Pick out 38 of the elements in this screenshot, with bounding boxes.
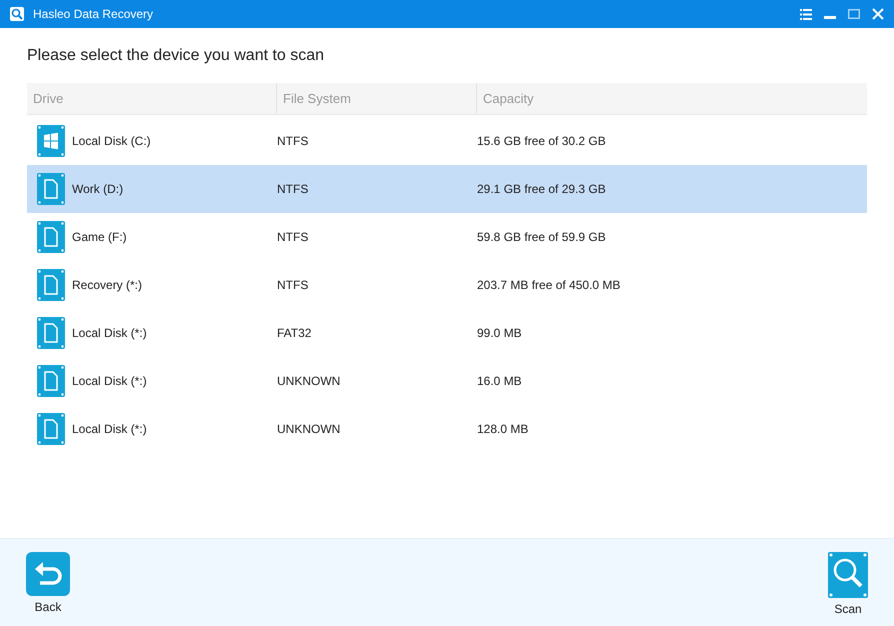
document-drive-icon [37, 173, 65, 205]
heading: Please select the device you want to scan [27, 46, 324, 66]
close-icon[interactable] [872, 8, 884, 20]
app-search-icon [10, 7, 24, 21]
drive-name: Local Disk (*:) [72, 325, 147, 342]
capacity-cell: 203.7 MB free of 450.0 MB [477, 278, 620, 292]
capacity-cell: 16.0 MB [477, 374, 522, 388]
document-drive-icon [37, 413, 65, 445]
file-system-cell: NTFS [277, 182, 308, 196]
document-drive-icon [37, 365, 65, 397]
scan-button[interactable]: Scan [828, 552, 868, 618]
document-drive-icon [37, 221, 65, 253]
drive-name: Local Disk (*:) [72, 373, 147, 390]
document-drive-icon [37, 317, 65, 349]
file-system-cell: NTFS [277, 230, 308, 244]
drive-name: Local Disk (C:) [72, 133, 151, 150]
capacity-cell: 59.8 GB free of 59.9 GB [477, 230, 606, 244]
magnifier-drive-icon [828, 552, 868, 598]
drive-name: Local Disk (*:) [72, 421, 147, 438]
file-system-cell: NTFS [277, 278, 308, 292]
windows-drive-icon [37, 125, 65, 157]
window-title: Hasleo Data Recovery [33, 6, 154, 23]
capacity-cell: 99.0 MB [477, 326, 522, 340]
maximize-icon[interactable] [848, 9, 860, 19]
menu-icon[interactable] [800, 8, 812, 20]
file-system-cell: FAT32 [277, 326, 312, 340]
capacity-cell: 128.0 MB [477, 422, 528, 436]
drive-name: Recovery (*:) [72, 277, 142, 294]
drive-name: Game (F:) [72, 229, 127, 246]
file-system-cell: NTFS [277, 134, 308, 148]
capacity-cell: 15.6 GB free of 30.2 GB [477, 134, 606, 148]
document-drive-icon [37, 269, 65, 301]
file-system-cell: UNKNOWN [277, 374, 340, 388]
drive-row[interactable]: Work (D:) NTFS 29.1 GB free of 29.3 GB [27, 165, 867, 213]
capacity-cell: 29.1 GB free of 29.3 GB [477, 182, 606, 196]
file-system-cell: UNKNOWN [277, 422, 340, 436]
drive-name: Work (D:) [72, 181, 124, 198]
back-button[interactable]: Back [26, 552, 70, 616]
